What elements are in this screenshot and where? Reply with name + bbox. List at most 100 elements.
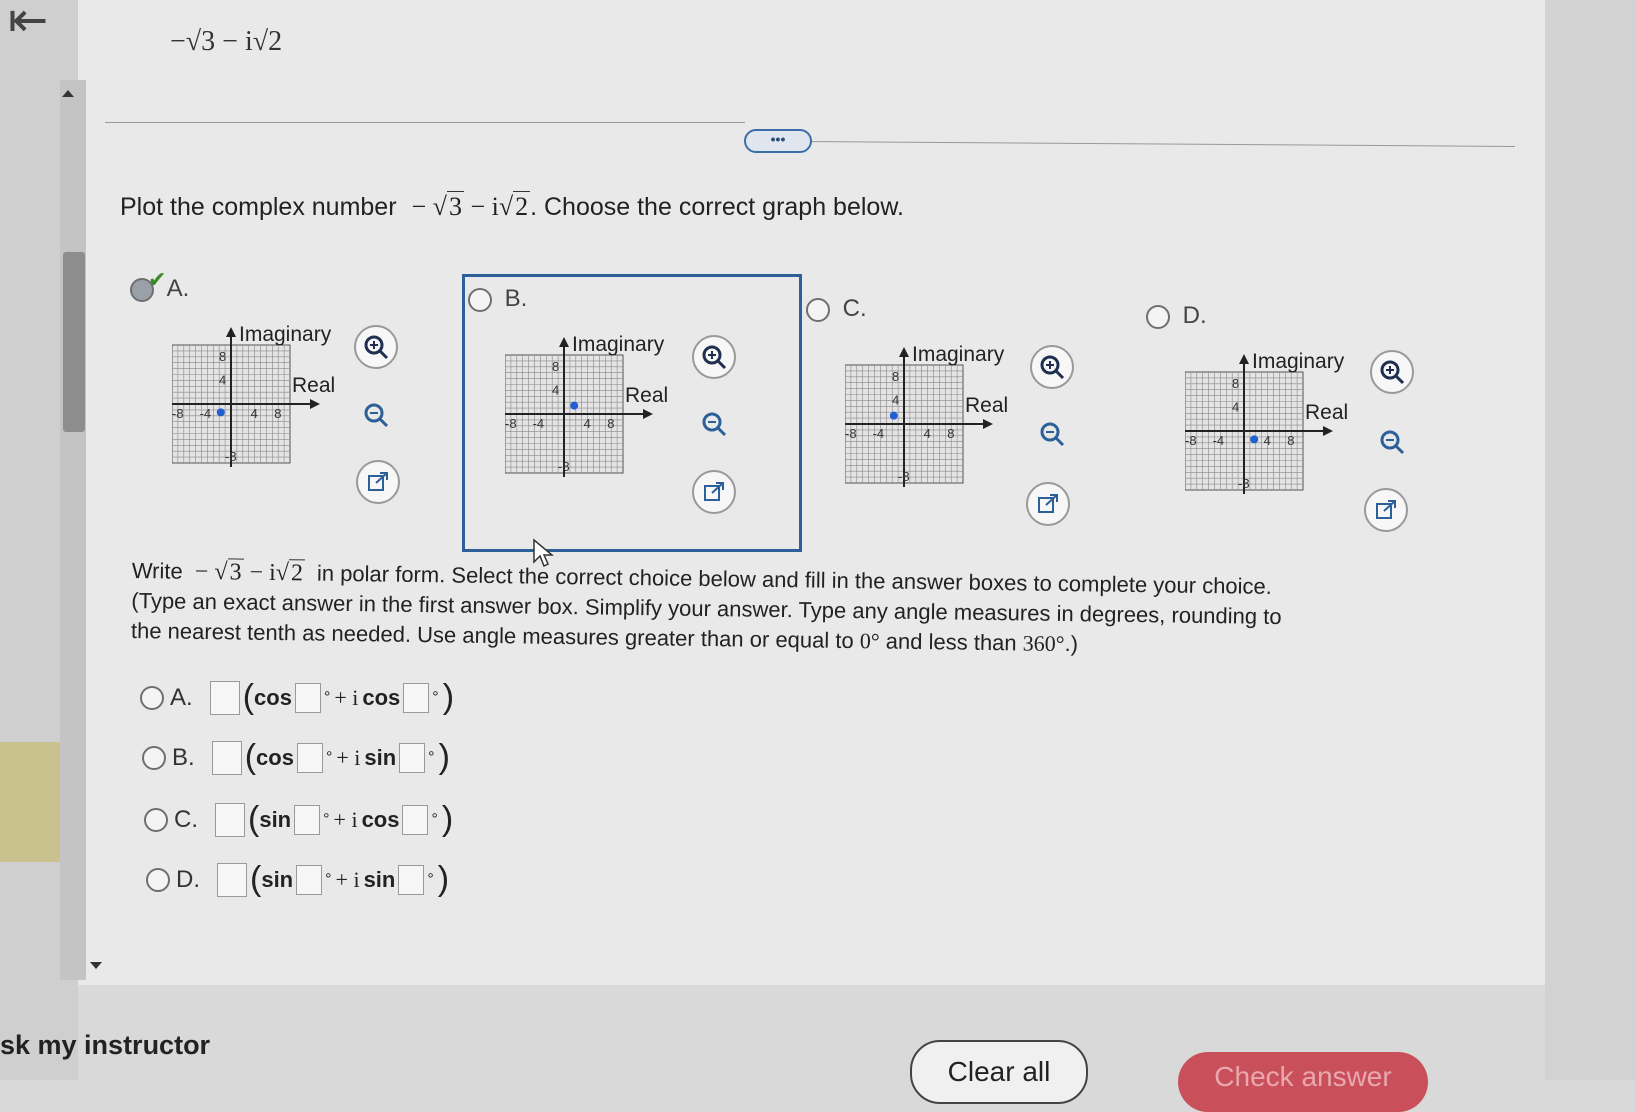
imaginary-axis-arrow <box>559 337 569 347</box>
modulus-input[interactable] <box>217 862 247 897</box>
scrollbar-track[interactable] <box>60 80 86 980</box>
previous-expression: −√3 − i√2 <box>170 26 283 57</box>
divider <box>105 122 745 123</box>
angle-input-2[interactable] <box>399 742 426 773</box>
tick-label: -8 <box>505 416 517 431</box>
modulus-input[interactable] <box>215 802 245 837</box>
tick-label: -8 <box>1185 433 1197 448</box>
zoom-out-button-b[interactable] <box>692 402 736 446</box>
polar-choice-b[interactable]: B. ( cos ° + i sin ° ) <box>142 738 450 777</box>
radio-d[interactable] <box>1146 304 1170 329</box>
graph-option-a[interactable]: ✔ A. <box>130 267 189 303</box>
radio-polar-c[interactable] <box>144 807 168 832</box>
back-arrow-icon[interactable]: ⇤ <box>8 0 48 48</box>
tick-label: 4 <box>552 382 559 397</box>
zoom-in-button-a[interactable] <box>354 325 398 369</box>
tick-label: -4 <box>873 426 885 441</box>
graph-a-plot: Imaginary Real 8 4 -8 -4 4 8 -8 <box>172 325 335 467</box>
angle-input-1[interactable] <box>294 804 321 835</box>
graph-option-b[interactable]: B. <box>468 285 527 313</box>
radio-polar-d[interactable] <box>146 867 170 892</box>
tick-label: -4 <box>1213 433 1225 448</box>
tick-label: 8 <box>219 349 226 364</box>
ask-instructor-link[interactable]: sk my instructor <box>0 1030 210 1061</box>
polar-choice-d[interactable]: D. ( sin ° + i sin ° ) <box>146 860 449 899</box>
expand-more-button[interactable]: ••• <box>744 129 812 153</box>
scrollbar-thumb[interactable] <box>63 252 85 432</box>
real-axis-label: Real <box>292 374 335 397</box>
zoom-out-icon <box>1040 422 1065 447</box>
graph-option-c[interactable]: C. <box>806 295 867 323</box>
angle-input-2[interactable] <box>398 864 425 895</box>
tick-label: 4 <box>584 416 591 431</box>
tick-label: -8 <box>225 449 237 464</box>
check-answer-button[interactable]: Check answer <box>1178 1052 1428 1112</box>
tick-label: 8 <box>947 426 954 441</box>
external-link-icon <box>1376 500 1396 519</box>
tick-label: 8 <box>1287 433 1294 448</box>
radio-polar-b[interactable] <box>142 745 166 770</box>
angle-input-1[interactable] <box>294 682 321 713</box>
tick-label: -4 <box>200 406 212 421</box>
external-link-icon <box>1038 494 1058 513</box>
question-1-prompt: Plot the complex number − √3 − i√2. Choo… <box>120 191 904 221</box>
zoom-out-button-c[interactable] <box>1030 412 1074 456</box>
open-graph-button-b[interactable] <box>692 470 736 514</box>
real-axis-arrow <box>310 399 320 409</box>
modulus-input[interactable] <box>211 740 242 775</box>
angle-input-2[interactable] <box>403 682 430 713</box>
clear-all-button[interactable]: Clear all <box>910 1040 1088 1104</box>
tick-label: 8 <box>607 416 614 431</box>
angle-input-1[interactable] <box>296 742 323 773</box>
graph-b-plot: Imaginary Real 8 4 -8 -4 4 8 -8 <box>505 335 668 477</box>
tick-label: 4 <box>1264 433 1271 448</box>
zoom-in-icon <box>364 335 389 360</box>
zoom-in-icon <box>702 345 727 370</box>
zoom-out-button-a[interactable] <box>354 393 398 437</box>
scroll-up-icon[interactable] <box>62 90 74 97</box>
tick-label: 4 <box>892 392 899 407</box>
scroll-down-icon[interactable] <box>90 962 102 969</box>
open-graph-button-a[interactable] <box>356 460 400 504</box>
radio-polar-a[interactable] <box>140 685 164 710</box>
external-link-icon <box>704 482 724 501</box>
angle-input-2[interactable] <box>402 804 429 835</box>
graph-c-plot: Imaginary Real 8 4 -8 -4 4 8 -8 <box>845 345 1008 487</box>
modulus-input[interactable] <box>209 680 240 715</box>
zoom-in-icon <box>1380 360 1405 385</box>
tick-label: 4 <box>251 406 258 421</box>
graph-option-d[interactable]: D. <box>1146 302 1207 330</box>
radio-b[interactable] <box>468 287 492 312</box>
imaginary-axis-arrow <box>1239 354 1249 364</box>
tick-label: 8 <box>552 359 559 374</box>
zoom-in-button-b[interactable] <box>692 335 736 379</box>
tick-label: 4 <box>1232 399 1239 414</box>
tick-label: -8 <box>845 426 857 441</box>
graph-d-plot: Imaginary Real 8 4 -8 -4 4 8 -8 <box>1185 352 1348 494</box>
polar-choice-c[interactable]: C. ( sin ° + i cos ° ) <box>144 800 453 839</box>
open-graph-button-d[interactable] <box>1364 488 1408 532</box>
imaginary-axis-label: Imaginary <box>239 325 332 346</box>
real-axis-label: Real <box>625 384 668 407</box>
open-graph-button-c[interactable] <box>1026 482 1070 526</box>
tick-label: -8 <box>172 406 184 421</box>
zoom-in-button-d[interactable] <box>1370 350 1414 394</box>
plotted-point <box>889 411 898 420</box>
zoom-out-button-d[interactable] <box>1370 420 1414 464</box>
radio-c[interactable] <box>806 297 830 322</box>
right-rail <box>1545 0 1635 1080</box>
real-axis-arrow <box>1323 426 1333 436</box>
tick-label: 4 <box>924 426 931 441</box>
zoom-in-button-c[interactable] <box>1030 345 1074 389</box>
tick-label: 8 <box>1232 376 1239 391</box>
real-axis-label: Real <box>1305 401 1348 424</box>
real-axis-label: Real <box>965 394 1008 417</box>
plotted-point <box>1250 435 1259 444</box>
polar-choice-a[interactable]: A. ( cos ° + i cos ° ) <box>140 678 454 717</box>
tick-label: 8 <box>892 369 899 384</box>
imaginary-axis-arrow <box>899 347 909 357</box>
angle-input-1[interactable] <box>296 864 323 895</box>
imaginary-axis-label: Imaginary <box>912 345 1005 366</box>
tick-label: -8 <box>898 469 910 484</box>
imaginary-axis-label: Imaginary <box>572 335 665 356</box>
